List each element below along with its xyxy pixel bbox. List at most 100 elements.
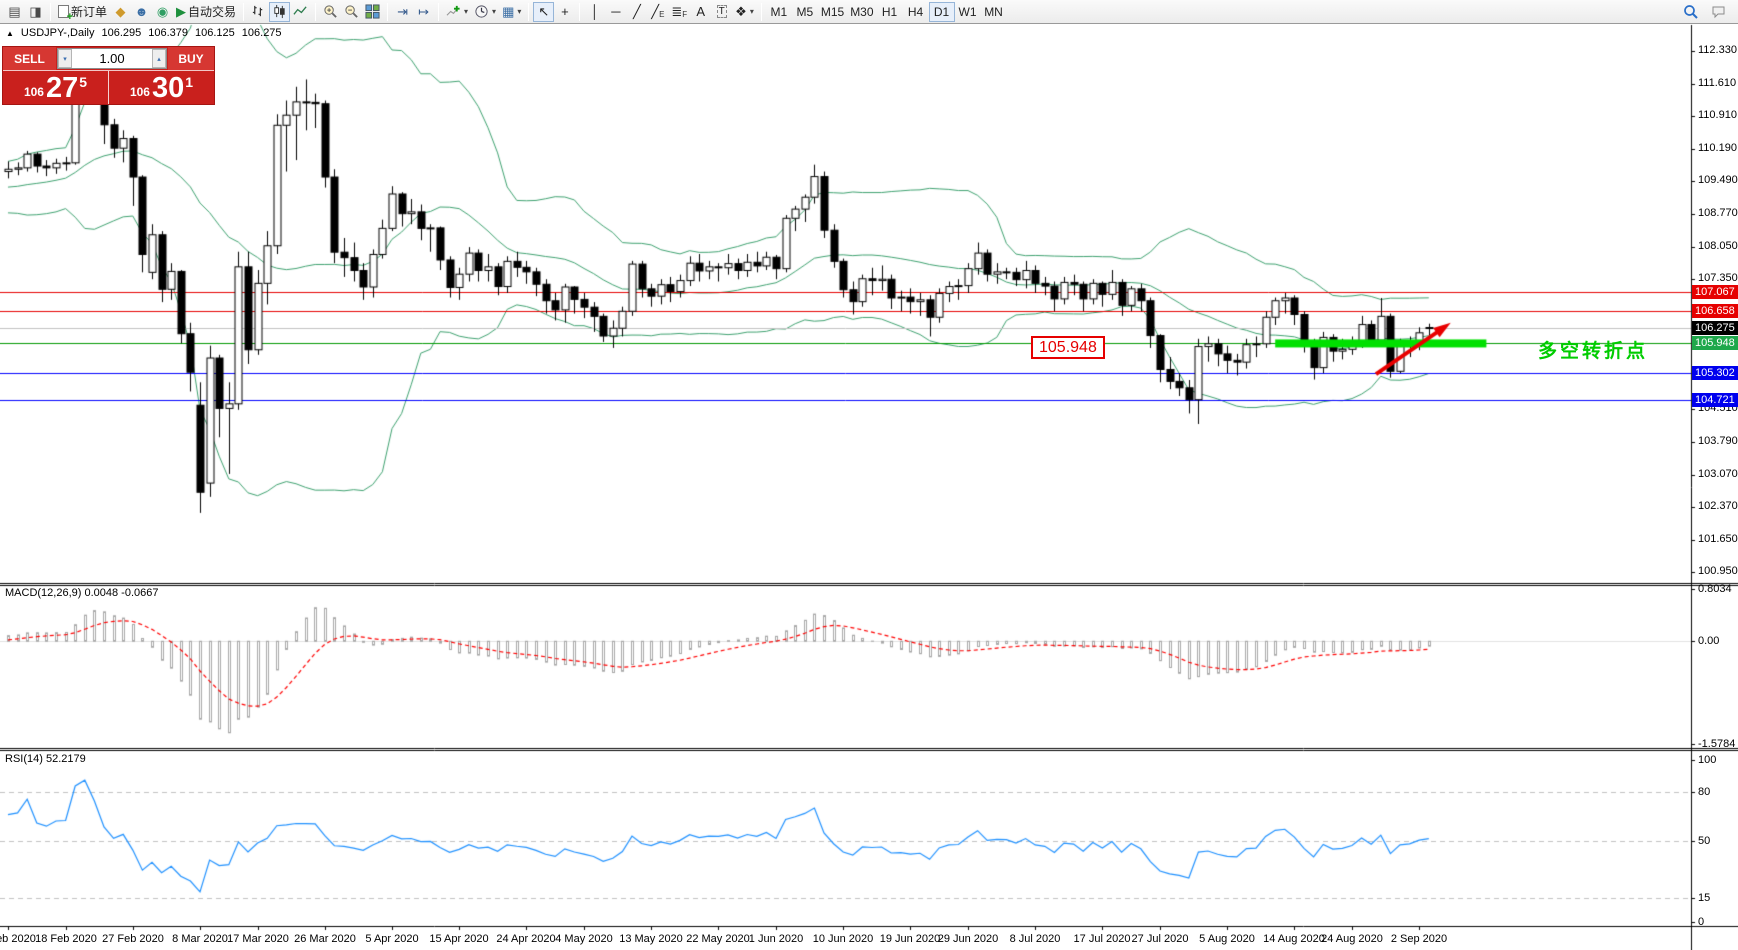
indicators-icon xyxy=(446,4,461,19)
zoom-in-button[interactable] xyxy=(320,2,341,22)
buy-price-fraction: 1 xyxy=(185,74,193,90)
trade-group: 新订单 ◆ ☻◉▶自动交易 xyxy=(55,0,239,24)
bar-chart-icon xyxy=(251,4,266,19)
price-badge: 107.067 xyxy=(1692,285,1738,299)
chart-type-group xyxy=(248,0,311,24)
rsi-tick: 0 xyxy=(1698,916,1704,928)
pointer-group: ↖+ xyxy=(533,0,575,24)
charts-window-icon[interactable]: ▤ xyxy=(4,2,25,22)
bar-chart-button[interactable] xyxy=(248,2,269,22)
date-tick: 26 Mar 2020 xyxy=(294,933,356,945)
chart-profiles-icon[interactable]: ◨ xyxy=(25,2,46,22)
chart-canvas[interactable] xyxy=(0,0,1738,950)
new-order-button[interactable]: 新订单 xyxy=(55,2,110,22)
price-badge: 105.302 xyxy=(1692,366,1738,380)
candlestick-chart-button[interactable] xyxy=(269,2,290,22)
chevron-down-icon[interactable]: ▾ xyxy=(492,7,496,16)
horizontal-line-button[interactable]: ─ xyxy=(605,2,626,22)
text-label-glyph: T xyxy=(717,5,727,18)
buy-price-pips: 30 xyxy=(152,74,184,102)
timeframe-w1-button[interactable]: W1 xyxy=(955,2,981,22)
templates-button[interactable]: ▦▾ xyxy=(499,2,524,22)
date-tick: 10 Jun 2020 xyxy=(813,933,874,945)
sell-button[interactable]: SELL xyxy=(3,47,56,70)
rsi-indicator-label: RSI(14) 52.2179 xyxy=(5,753,86,765)
date-tick: 2 Sep 2020 xyxy=(1391,933,1447,945)
volume-input[interactable] xyxy=(72,49,152,68)
crosshair-button[interactable]: + xyxy=(554,2,575,22)
date-tick: 14 Aug 2020 xyxy=(1263,933,1325,945)
buy-price[interactable]: 106 30 1 xyxy=(109,71,214,104)
timeframe-h1-button[interactable]: H1 xyxy=(877,2,903,22)
date-tick: 15 Apr 2020 xyxy=(429,933,488,945)
timeframe-group: M1M5M15M30 H1 H4 D1 W1MN xyxy=(766,0,1007,24)
equidistant-channel-button[interactable]: ╱E xyxy=(647,2,668,22)
mql5-community-icon[interactable]: ☻ xyxy=(131,2,152,22)
autoscroll-button[interactable]: ⇥ xyxy=(392,2,413,22)
timeframe-m1-button[interactable]: M1 xyxy=(766,2,792,22)
timeframe-m5-button[interactable]: M5 xyxy=(792,2,818,22)
collapse-panel-icon[interactable]: ▲ xyxy=(6,29,14,38)
chat-button[interactable] xyxy=(1708,2,1730,22)
volume-decrease-button[interactable]: ▾ xyxy=(58,49,72,68)
chart-shift-glyph: ↦ xyxy=(418,5,429,18)
date-tick: 27 Jul 2020 xyxy=(1132,933,1189,945)
close-value: 106.275 xyxy=(242,27,282,39)
search-button[interactable] xyxy=(1680,2,1702,22)
price-tick: 109.490 xyxy=(1698,174,1738,186)
timeframe-mn-button-label: MN xyxy=(984,5,1003,19)
fibonacci-button[interactable]: ≣F xyxy=(668,2,690,22)
date-tick: 17 Mar 2020 xyxy=(227,933,289,945)
chart-shift-button[interactable]: ↦ xyxy=(413,2,434,22)
line-chart-button[interactable] xyxy=(290,2,311,22)
volume-increase-button[interactable]: ▴ xyxy=(152,49,166,68)
chevron-down-icon[interactable]: ▾ xyxy=(750,7,754,16)
rsi-tick: 15 xyxy=(1698,892,1710,904)
price-tick: 110.190 xyxy=(1698,142,1737,154)
timeframe-m30-button-label: M30 xyxy=(850,5,873,19)
sell-price[interactable]: 106 27 5 xyxy=(3,71,108,104)
macd-tick: -1.5784 xyxy=(1698,738,1735,750)
timeframe-d1-button[interactable]: D1 xyxy=(929,2,955,22)
buy-button[interactable]: BUY xyxy=(168,47,214,70)
zoom-out-button[interactable] xyxy=(341,2,362,22)
metaeditor-icon-glyph: ◆ xyxy=(116,5,126,18)
equidistant-channel-glyph: ╱ xyxy=(651,5,659,18)
metaeditor-icon[interactable]: ◆ xyxy=(110,2,131,22)
timeframe-mn-button[interactable]: MN xyxy=(981,2,1007,22)
autotrading-button-label: 自动交易 xyxy=(188,3,236,20)
autoscroll-glyph: ⇥ xyxy=(397,5,408,18)
arrows-button[interactable]: ❖▾ xyxy=(732,2,757,22)
charts-window-icon-glyph: ▤ xyxy=(8,5,20,18)
cursor-button[interactable]: ↖ xyxy=(533,2,554,22)
price-tick: 101.650 xyxy=(1698,533,1738,545)
signals-icon[interactable]: ◉ xyxy=(152,2,173,22)
timeframe-d1-button-label: D1 xyxy=(934,5,949,19)
text-glyph: A xyxy=(696,5,705,18)
vertical-line-button[interactable]: │ xyxy=(584,2,605,22)
chevron-down-icon[interactable]: ▾ xyxy=(517,7,521,16)
timeframe-m15-button[interactable]: M15 xyxy=(818,2,847,22)
rsi-tick: 100 xyxy=(1698,754,1716,766)
timeframe-h4-button-label: H4 xyxy=(908,5,923,19)
cursor-glyph: ↖ xyxy=(538,5,549,18)
periods-button[interactable]: ▾ xyxy=(471,2,499,22)
date-tick: 8 Jul 2020 xyxy=(1010,933,1061,945)
text-button[interactable]: A xyxy=(690,2,711,22)
new-order-icon xyxy=(58,5,69,18)
text-label-button[interactable]: T xyxy=(711,2,732,22)
chevron-down-icon[interactable]: ▾ xyxy=(464,7,468,16)
autotrading-button[interactable]: ▶自动交易 xyxy=(173,2,239,22)
price-callout-box: 105.948 xyxy=(1031,336,1105,359)
candlestick-chart-icon xyxy=(272,4,287,19)
indicators-button[interactable]: ▾ xyxy=(443,2,471,22)
timeframe-h4-button[interactable]: H4 xyxy=(903,2,929,22)
zoom-out-icon xyxy=(344,4,359,19)
timeframe-m30-button[interactable]: M30 xyxy=(847,2,876,22)
trendline-button[interactable]: ╱ xyxy=(626,2,647,22)
toolbar-separator xyxy=(50,3,51,21)
macd-tick: 0.00 xyxy=(1698,635,1719,647)
date-tick: 8 Mar 2020 xyxy=(172,933,228,945)
main-toolbar: ▤◨新订单◆☻◉▶自动交易⇥↦▾▾▦▾↖+│─╱╱E≣FAT❖▾M1M5M15M… xyxy=(0,0,1738,24)
tile-windows-button[interactable] xyxy=(362,2,383,22)
